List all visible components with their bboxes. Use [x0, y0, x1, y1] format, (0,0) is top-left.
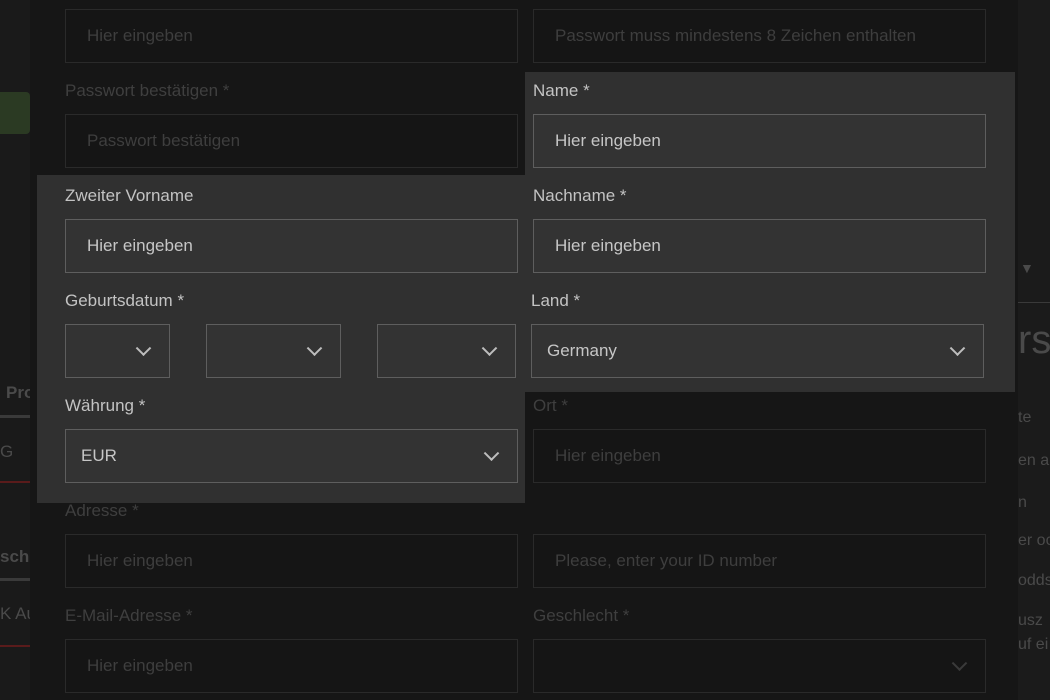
- city-label: Ort *: [533, 396, 568, 415]
- email-input[interactable]: Hier eingeben: [65, 639, 518, 693]
- id-number-input[interactable]: Please, enter your ID number: [533, 534, 986, 588]
- last-name-input[interactable]: Hier eingeben: [533, 219, 986, 273]
- gender-select[interactable]: [533, 639, 986, 693]
- background-section-underline: [0, 578, 30, 581]
- email-label: E-Mail-Adresse *: [65, 606, 193, 625]
- currency-select[interactable]: EUR: [65, 429, 518, 483]
- background-green-button: [0, 92, 30, 134]
- gender-label: Geschlecht *: [533, 606, 630, 625]
- currency-label: Währung *: [65, 396, 146, 415]
- birthdate-day-select[interactable]: [65, 324, 170, 378]
- address-label: Adresse *: [65, 501, 139, 520]
- middle-name-label: Zweiter Vorname: [65, 186, 194, 205]
- name-label: Name *: [533, 81, 590, 100]
- address-input[interactable]: Hier eingeben: [65, 534, 518, 588]
- background-right-line: odds: [1018, 572, 1050, 589]
- background-snippet-g: G: [0, 442, 14, 461]
- birthdate-label: Geburtsdatum *: [65, 291, 185, 310]
- country-select[interactable]: Germany: [531, 324, 984, 378]
- background-right-heading: rsc: [1018, 318, 1050, 362]
- confirm-password-label: Passwort bestätigen *: [65, 81, 230, 100]
- background-snippet-sch: sch: [0, 547, 30, 566]
- country-value: Germany: [547, 341, 617, 360]
- name-input[interactable]: Hier eingeben: [533, 114, 986, 168]
- country-label: Land *: [531, 291, 581, 310]
- last-name-label: Nachname *: [533, 186, 627, 205]
- currency-value: EUR: [81, 446, 117, 465]
- background-red-divider-2: [0, 645, 30, 647]
- chevron-down-icon: [949, 340, 966, 357]
- city-input[interactable]: Hier eingeben: [533, 429, 986, 483]
- birthdate-year-select[interactable]: [377, 324, 516, 378]
- background-right-line: uf ei: [1018, 636, 1049, 653]
- chevron-down-icon: ▼: [1020, 260, 1034, 276]
- background-right-line: er oc: [1018, 532, 1050, 549]
- confirm-password-input[interactable]: Passwort bestätigen: [65, 114, 518, 168]
- password-input[interactable]: Passwort muss mindestens 8 Zeichen entha…: [533, 9, 986, 63]
- background-right-divider: [1018, 302, 1050, 303]
- middle-name-input[interactable]: Hier eingeben: [65, 219, 518, 273]
- background-red-divider: [0, 481, 30, 483]
- chevron-down-icon: [135, 340, 152, 357]
- background-tab-underline: [0, 415, 30, 418]
- background-right-line: usz: [1018, 612, 1043, 629]
- top-left-input[interactable]: Hier eingeben: [65, 9, 518, 63]
- background-right-line: te: [1018, 409, 1032, 426]
- birthdate-month-select[interactable]: [206, 324, 341, 378]
- background-right-line: n: [1018, 494, 1027, 511]
- chevron-down-icon: [483, 445, 500, 462]
- registration-modal: Hier eingeben Passwort muss mindestens 8…: [30, 0, 1018, 700]
- chevron-down-icon: [481, 340, 498, 357]
- background-right-line: en a: [1018, 452, 1050, 469]
- chevron-down-icon: [951, 655, 968, 672]
- chevron-down-icon: [306, 340, 323, 357]
